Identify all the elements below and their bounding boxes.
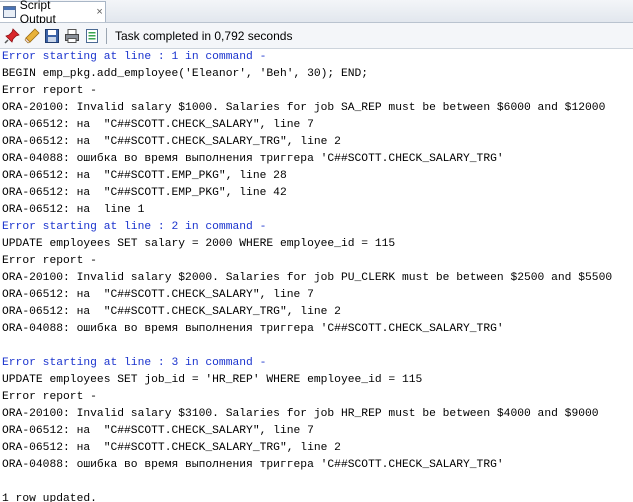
output-line: ORA-04088: ошибка во время выполнения тр…: [2, 459, 504, 471]
output-line: Error report -: [2, 85, 97, 97]
task-status-text: Task completed in 0,792 seconds: [115, 28, 293, 43]
error-header-line: Error starting at line : 1 in command -: [2, 51, 267, 63]
output-line: Error report -: [2, 255, 97, 267]
output-line: ORA-06512: на "C##SCOTT.CHECK_SALARY", l…: [2, 425, 314, 437]
script-output-icon: [3, 6, 16, 18]
output-line: ORA-20100: Invalid salary $2000. Salarie…: [2, 272, 613, 284]
output-line: ORA-06512: на "C##SCOTT.EMP_PKG", line 2…: [2, 170, 287, 182]
output-line: UPDATE employees SET job_id = 'HR_REP' W…: [2, 374, 423, 386]
script-output-area[interactable]: Error starting at line : 1 in command - B…: [0, 49, 633, 502]
output-line: UPDATE employees SET salary = 2000 WHERE…: [2, 238, 396, 250]
toolbar: Task completed in 0,792 seconds: [0, 23, 633, 49]
output-line: ORA-04088: ошибка во время выполнения тр…: [2, 323, 504, 335]
output-line: ORA-06512: на line 1: [2, 204, 145, 216]
output-line: ORA-06512: на "C##SCOTT.CHECK_SALARY", l…: [2, 119, 314, 131]
output-line: BEGIN emp_pkg.add_employee('Eleanor', 'B…: [2, 68, 369, 80]
output-line: ORA-06512: на "C##SCOTT.CHECK_SALARY", l…: [2, 289, 314, 301]
save-icon[interactable]: [44, 28, 60, 44]
eraser-icon[interactable]: [24, 27, 40, 44]
output-line: ORA-20100: Invalid salary $1000. Salarie…: [2, 102, 606, 114]
error-header-line: Error starting at line : 3 in command -: [2, 357, 267, 369]
output-line: ORA-04088: ошибка во время выполнения тр…: [2, 153, 504, 165]
error-header-line: Error starting at line : 2 in command -: [2, 221, 267, 233]
output-line: ORA-06512: на "C##SCOTT.CHECK_SALARY_TRG…: [2, 136, 341, 148]
tab-script-output[interactable]: Script Output ×: [0, 0, 106, 26]
output-line: Error report -: [2, 391, 97, 403]
print-icon[interactable]: [64, 28, 80, 44]
pin-icon[interactable]: [4, 27, 20, 44]
open-file-icon[interactable]: [84, 28, 100, 44]
close-tab-button[interactable]: ×: [94, 6, 105, 18]
output-line: ORA-20100: Invalid salary $3100. Salarie…: [2, 408, 599, 420]
output-line: ORA-06512: на "C##SCOTT.CHECK_SALARY_TRG…: [2, 442, 341, 454]
output-line: ORA-06512: на "C##SCOTT.CHECK_SALARY_TRG…: [2, 306, 341, 318]
toolbar-separator: [106, 27, 107, 44]
output-line: ORA-06512: на "C##SCOTT.EMP_PKG", line 4…: [2, 187, 287, 199]
tab-bar: Script Output ×: [0, 0, 633, 26]
output-line: 1 row updated.: [2, 493, 97, 502]
